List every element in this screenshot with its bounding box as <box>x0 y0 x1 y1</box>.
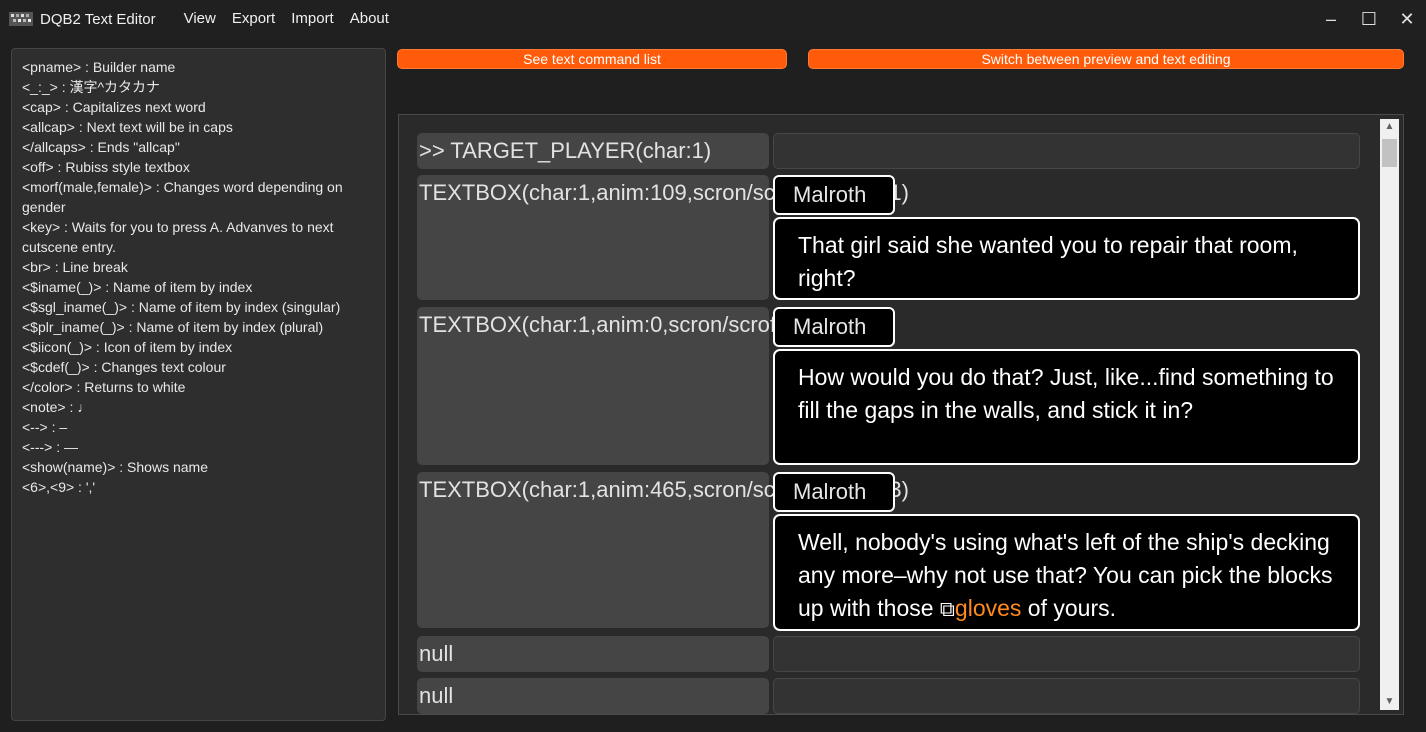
entry-command-field[interactable]: >> TARGET_PLAYER(char:1) <box>417 133 769 169</box>
entry-preview-empty <box>773 133 1360 169</box>
speaker-name-tab: Malroth <box>773 175 895 215</box>
close-icon: ✕ <box>1399 8 1415 29</box>
maximize-button[interactable]: ☐ <box>1350 0 1388 38</box>
command-reference-item: </color> : Returns to white <box>22 379 186 395</box>
entry-preview: Malroth Well, nobody's using what's left… <box>773 472 1360 631</box>
entry-row: TEXTBOX(char:1,anim:465,scron/scroff:1,i… <box>417 472 1361 631</box>
menu-export[interactable]: Export <box>224 0 283 38</box>
command-reference-item: <br> : Line break <box>22 259 128 275</box>
dialogue-textbox: That girl said she wanted you to repair … <box>773 217 1360 300</box>
entry-preview: Malroth How would you do that? Just, lik… <box>773 307 1360 465</box>
maximize-icon: ☐ <box>1360 8 1378 29</box>
app-title: DQB2 Text Editor <box>40 10 156 28</box>
entry-command-field[interactable]: TEXTBOX(char:1,anim:109,scron/scroff:0,i… <box>417 175 909 300</box>
speaker-name-tab: Malroth <box>773 307 895 347</box>
command-reference-item: <_:_> : 漢字^カタカナ <box>22 79 161 95</box>
command-reference-item: <$cdef(_)> : Changes text colour <box>22 359 226 375</box>
command-reference-item: <$iname(_)> : Name of item by index <box>22 279 253 295</box>
scroll-up-icon[interactable]: ▲ <box>1380 119 1399 135</box>
entry-row: null <box>417 678 1361 714</box>
command-reference-item: <$plr_iname(_)> : Name of item by index … <box>22 319 324 335</box>
command-reference-item: <pname> : Builder name <box>22 59 176 75</box>
item-icon: ⧉ <box>939 598 955 621</box>
title-bar: DQB2 Text Editor View Export Import Abou… <box>0 0 1426 38</box>
scroll-thumb[interactable] <box>1382 139 1397 167</box>
command-reference-item: <6>,<9> : ',' <box>22 479 96 495</box>
minimize-icon: – <box>1325 8 1336 29</box>
entries-list[interactable]: >> TARGET_PLAYER(char:1) TEXTBOX(char:1,… <box>398 114 1404 715</box>
entry-command-field[interactable]: null <box>417 678 769 714</box>
entry-row: TEXTBOX(char:1,anim:109,scron/scroff:0,i… <box>417 175 1361 301</box>
dialogue-textbox: How would you do that? Just, like...find… <box>773 349 1360 465</box>
minimize-button[interactable]: – <box>1312 0 1350 38</box>
entry-row: null <box>417 636 1361 672</box>
command-reference-item: <$sgl_iname(_)> : Name of item by index … <box>22 299 341 315</box>
dialogue-textbox: Well, nobody's using what's left of the … <box>773 514 1360 631</box>
vertical-scrollbar[interactable]: ▲ ▼ <box>1380 119 1399 710</box>
see-command-list-button[interactable]: See text command list <box>397 49 787 69</box>
entry-row: TEXTBOX(char:1,anim:0,scron/scroff:0,ind… <box>417 307 1361 466</box>
command-reference-item: <morf(male,female)> : Changes word depen… <box>22 179 343 215</box>
command-reference-item: </allcaps> : Ends "allcap" <box>22 139 180 155</box>
menu-view[interactable]: View <box>176 0 224 38</box>
menu-about[interactable]: About <box>342 0 397 38</box>
entry-preview: Malroth That girl said she wanted you to… <box>773 175 1360 300</box>
command-reference-item: <$iicon(_)> : Icon of item by index <box>22 339 233 355</box>
dialogue-text: of yours. <box>1021 595 1117 621</box>
command-reference-panel[interactable]: <pname> : Builder name <_:_> : 漢字^カタカナ <… <box>11 48 386 721</box>
command-reference-item: <off> : Rubiss style textbox <box>22 159 190 175</box>
command-reference-item: <note> : ♩ <box>22 399 92 415</box>
close-button[interactable]: ✕ <box>1388 0 1426 38</box>
entry-command-field[interactable]: TEXTBOX(char:1,anim:465,scron/scroff:1,i… <box>417 472 909 628</box>
command-reference-item: <key> : Waits for you to press A. Advanv… <box>22 219 334 255</box>
speaker-name-tab: Malroth <box>773 472 895 512</box>
entry-preview-empty <box>773 678 1360 714</box>
menu-import[interactable]: Import <box>283 0 342 38</box>
command-reference-item: <show(name)> : Shows name <box>22 459 208 475</box>
entry-command-field[interactable]: null <box>417 636 769 672</box>
command-reference-item: <allcap> : Next text will be in caps <box>22 119 233 135</box>
command-reference-item: <---> : — <box>22 439 79 455</box>
item-name: gloves <box>954 595 1022 621</box>
entry-row: >> TARGET_PLAYER(char:1) <box>417 133 1361 169</box>
app-logo-icon <box>8 9 34 29</box>
entry-command-field[interactable]: TEXTBOX(char:1,anim:0,scron/scroff:0,ind… <box>417 307 884 465</box>
command-reference-item: <cap> : Capitalizes next word <box>22 99 206 115</box>
entry-preview-empty <box>773 636 1360 672</box>
command-reference-item: <--> : – <box>22 419 68 435</box>
scroll-down-icon[interactable]: ▼ <box>1380 694 1399 710</box>
toggle-preview-button[interactable]: Switch between preview and text editing <box>808 49 1404 69</box>
